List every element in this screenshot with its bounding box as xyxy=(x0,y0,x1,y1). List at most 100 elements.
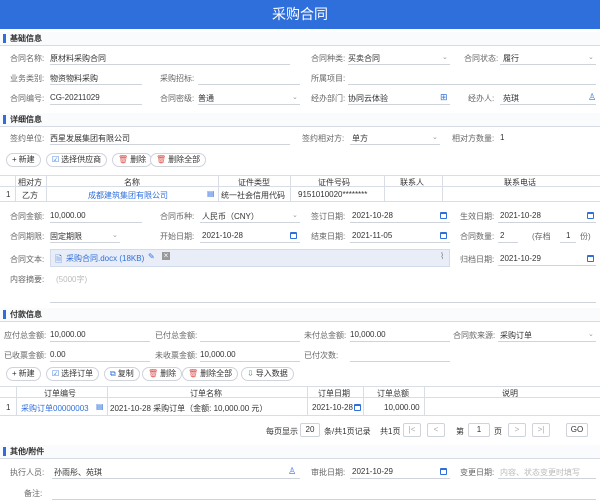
dept-field[interactable]: 协同云体验 xyxy=(348,93,388,104)
executor-field[interactable]: 孙雨彤、苑琪 xyxy=(54,467,102,478)
chevron-down-icon[interactable]: ⌄ xyxy=(442,53,448,61)
select-supplier-button[interactable]: ☑ 选择供应商 xyxy=(46,153,108,167)
id-type-cell[interactable]: 统一社会信用代码 xyxy=(221,190,285,201)
contract-no-label: 合同编号: xyxy=(10,94,45,103)
archive-date-field[interactable]: 2021-10-29 xyxy=(500,254,541,263)
id-no-cell[interactable]: 9151010020******** xyxy=(298,190,367,199)
contract-name-field[interactable]: 原材料采购合同 xyxy=(50,53,106,64)
party-select[interactable]: 单方 xyxy=(352,133,368,144)
change-date-field[interactable]: 内容、状态变更时填写 xyxy=(500,467,580,478)
calendar-icon[interactable] xyxy=(440,232,447,239)
currency-select[interactable]: 人民币（CNY） xyxy=(202,211,259,222)
attach-icon[interactable]: ⌇ xyxy=(440,251,444,262)
order-total-cell[interactable]: 10,000.00 xyxy=(384,403,420,412)
party-count-value: 1 xyxy=(500,133,505,142)
next-page-button[interactable]: > xyxy=(508,423,526,437)
source-select[interactable]: 采购订单 xyxy=(500,330,532,341)
contract-status-select[interactable]: 履行 xyxy=(503,53,519,64)
go-button[interactable]: GO xyxy=(566,423,588,437)
remark-label: 备注: xyxy=(24,489,43,498)
new-order-button[interactable]: + 新建 xyxy=(6,367,41,381)
calendar-icon[interactable] xyxy=(587,255,594,262)
lookup-icon[interactable]: ▤ xyxy=(207,189,215,198)
chevron-down-icon[interactable]: ⌄ xyxy=(292,211,298,219)
text-label: 合同文本: xyxy=(10,255,45,264)
last-page-button[interactable]: >| xyxy=(532,423,550,437)
lookup-icon[interactable]: ▤ xyxy=(96,402,104,411)
effect-date-field[interactable]: 2021-10-28 xyxy=(500,211,541,220)
page-title: 采购合同 xyxy=(0,0,600,29)
sign-date-label: 签订日期: xyxy=(311,212,346,221)
document-icon: 🗎 xyxy=(55,254,63,264)
select-order-button[interactable]: ☑ 选择订单 xyxy=(46,367,100,381)
keep-field[interactable]: 1 xyxy=(566,231,570,240)
section-attach-title: 其他/附件 xyxy=(10,447,45,456)
handler-field[interactable]: 苑琪 xyxy=(503,93,519,104)
per-page-input[interactable]: 20 xyxy=(300,423,320,437)
order-name-cell[interactable]: 2021-10-28 采购订单（金额: 10,000.00 元） xyxy=(110,403,267,414)
biz-type-field[interactable]: 物资物料采购 xyxy=(50,73,98,84)
section-detail-title: 详细信息 xyxy=(10,115,42,124)
file-link[interactable]: 采购合同.docx (18KB) xyxy=(66,253,144,264)
user-icon[interactable]: ♙ xyxy=(588,92,596,103)
new-party-button[interactable]: + 新建 xyxy=(6,153,41,167)
amount-field[interactable]: 10,000.00 xyxy=(50,211,86,220)
col-order-date: 订单日期 xyxy=(318,389,350,398)
delete-all-order-button[interactable]: 🗑 删除全部 xyxy=(182,367,239,381)
sign-unit-field[interactable]: 西星发展集团有限公司 xyxy=(50,133,130,144)
delete-party-button[interactable]: 🗑 删除 xyxy=(112,153,153,167)
currency-label: 合同币种: xyxy=(160,212,195,221)
org-tree-icon[interactable]: ⊞ xyxy=(440,92,448,103)
term-select[interactable]: 固定期限 xyxy=(50,231,82,242)
sign-date-field[interactable]: 2021-10-28 xyxy=(352,211,393,220)
col-id-no: 证件号码 xyxy=(318,178,350,187)
trash-icon: 🗑 xyxy=(148,369,159,378)
users-icon[interactable]: ♙ xyxy=(288,466,296,477)
contract-no-field[interactable]: CG-20211029 xyxy=(50,93,100,102)
chevron-down-icon[interactable]: ⌄ xyxy=(588,330,594,338)
col-note: 说明 xyxy=(502,389,518,398)
row-number: 1 xyxy=(6,190,11,199)
delete-order-button[interactable]: 🗑 删除 xyxy=(142,367,183,381)
chevron-down-icon[interactable]: ⌄ xyxy=(292,93,298,101)
due-label: 应付总金额: xyxy=(4,331,47,340)
chevron-down-icon[interactable]: ⌄ xyxy=(112,231,118,239)
party-name-link[interactable]: 成都建筑集团有限公司 xyxy=(88,190,168,201)
bid-label: 采购招标: xyxy=(160,74,195,83)
copy-order-button[interactable]: ⧉ 复制 xyxy=(104,367,140,381)
calendar-icon[interactable] xyxy=(440,212,447,219)
calendar-icon[interactable] xyxy=(440,468,447,475)
copy-icon: ⧉ xyxy=(110,369,116,378)
secret-select[interactable]: 普通 xyxy=(198,93,214,104)
section-basic: 基础信息 xyxy=(0,32,600,46)
check-list-icon: ☑ xyxy=(52,155,60,164)
delete-all-party-button[interactable]: 🗑 删除全部 xyxy=(150,153,207,167)
effect-date-label: 生效日期: xyxy=(460,212,495,221)
import-data-button[interactable]: ⇩ 导入数据 xyxy=(241,367,294,381)
contract-type-label: 合同种类: xyxy=(311,54,346,63)
dept-label: 经办部门: xyxy=(311,94,346,103)
first-page-button[interactable]: |< xyxy=(403,423,421,437)
end-date-field[interactable]: 2021-11-05 xyxy=(352,231,392,240)
edit-icon[interactable]: ✎ xyxy=(148,252,155,261)
calendar-icon[interactable] xyxy=(587,212,594,219)
party-cell[interactable]: 乙方 xyxy=(22,190,38,201)
calendar-icon[interactable] xyxy=(290,232,297,239)
summary-textarea[interactable]: (5000字) xyxy=(56,274,87,285)
close-icon[interactable]: × xyxy=(162,252,170,260)
sign-unit-label: 签约单位: xyxy=(10,134,45,143)
order-date-cell[interactable]: 2021-10-28 xyxy=(312,403,353,412)
page-input[interactable]: 1 xyxy=(468,423,490,437)
calendar-icon[interactable] xyxy=(354,404,361,411)
chevron-down-icon[interactable]: ⌄ xyxy=(588,53,594,61)
paid-label: 已付总金额: xyxy=(155,331,198,340)
start-date-field[interactable]: 2021-10-28 xyxy=(202,231,243,240)
prev-page-button[interactable]: < xyxy=(427,423,445,437)
order-row-number: 1 xyxy=(6,403,11,412)
audit-date-field[interactable]: 2021-10-29 xyxy=(352,467,393,476)
chevron-down-icon[interactable]: ⌄ xyxy=(432,133,438,141)
copies-field[interactable]: 2 xyxy=(500,231,504,240)
contract-type-select[interactable]: 买卖合同 xyxy=(348,53,380,64)
pager-summary: 条/共1页记录 xyxy=(324,427,371,436)
order-no-link[interactable]: 采购订单00000003 xyxy=(21,403,89,414)
